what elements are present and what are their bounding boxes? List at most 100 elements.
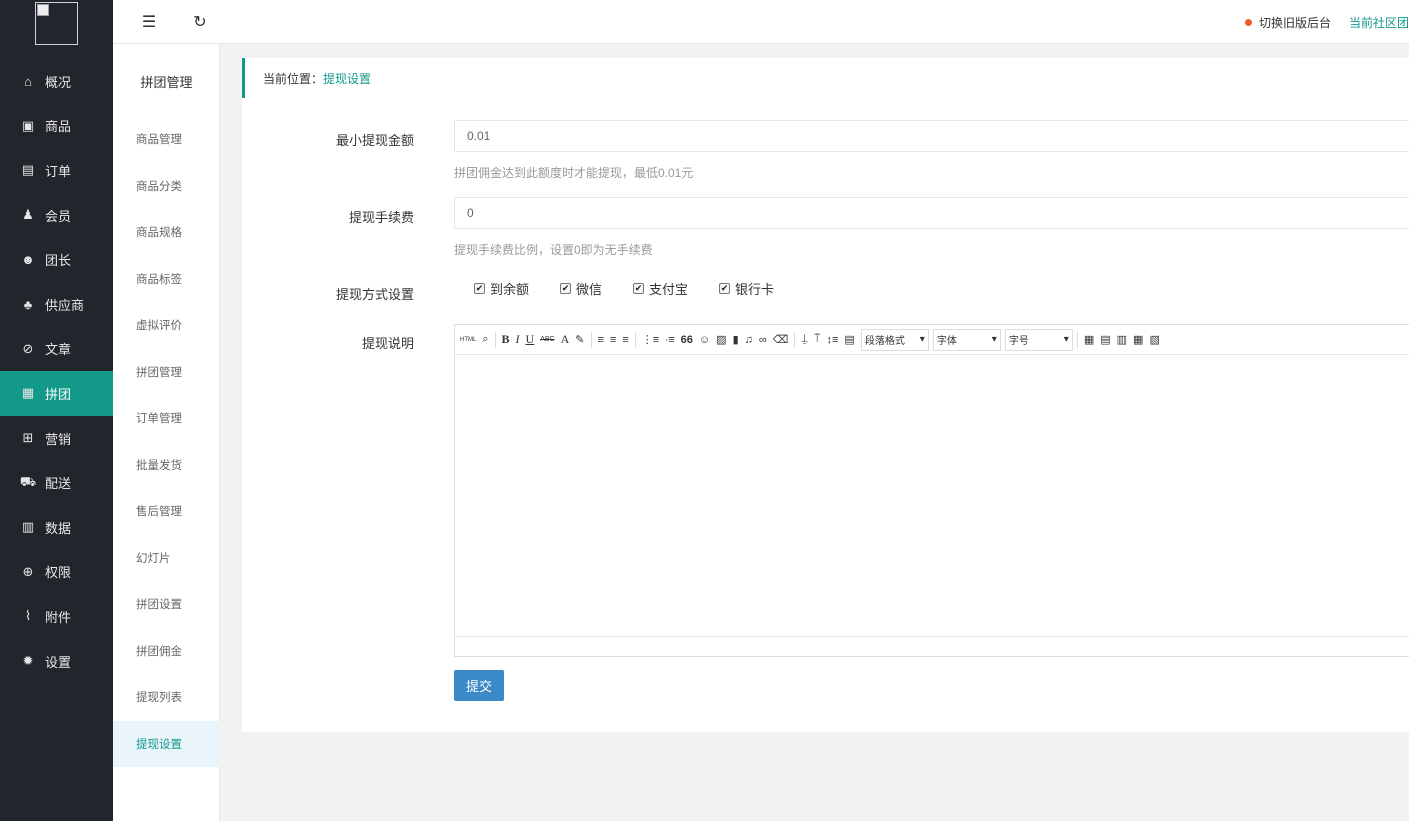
italic-button[interactable]: I	[516, 332, 520, 347]
bold-button[interactable]: B	[502, 332, 510, 347]
submenu-item-withdraw-list[interactable]: 提现列表	[113, 674, 220, 721]
image-icon[interactable]: ▨	[716, 333, 726, 346]
submenu-item-product-spec[interactable]: 商品规格	[113, 209, 220, 256]
toolbar-divider	[494, 331, 496, 348]
gear-icon: ✹	[22, 653, 34, 669]
fee-hint: 提现手续费比例，设置0即为无手续费	[454, 243, 653, 257]
nav-item-attachment[interactable]: ⌇ 附件	[0, 594, 113, 639]
submenu-item-product-category[interactable]: 商品分类	[113, 163, 220, 210]
nav-item-delivery[interactable]: ⛟ 配送	[0, 460, 113, 505]
current-community-link[interactable]: 当前社区团	[1349, 14, 1409, 31]
html-source-button[interactable]: HTML	[460, 337, 476, 343]
ordered-list-icon[interactable]: ⋮≡	[642, 333, 659, 346]
nav-item-settings[interactable]: ✹ 设置	[0, 639, 113, 684]
submenu-item-virtual-review[interactable]: 虚拟评价	[113, 302, 220, 349]
font-color-button[interactable]: A	[561, 332, 570, 347]
refresh-icon[interactable]: ↻	[190, 12, 210, 32]
blockquote-button[interactable]: 66	[681, 334, 693, 346]
underline-button[interactable]: U	[526, 332, 535, 347]
rich-text-editor: HTML ⌕ B I U ABC A ✎ ≡ ≡ ≡ ⋮≡ ∙≡ 66 ☺ ▨ …	[454, 324, 1409, 657]
nav-label: 文章	[45, 342, 72, 358]
video-icon[interactable]: ▮	[733, 333, 739, 346]
editor-toolbar: HTML ⌕ B I U ABC A ✎ ≡ ≡ ≡ ⋮≡ ∙≡ 66 ☺ ▨ …	[455, 325, 1409, 355]
nav-item-leader[interactable]: ☻ 团长	[0, 237, 113, 282]
submenu-item-slides[interactable]: 幻灯片	[113, 535, 220, 582]
insert-row-icon[interactable]: ▦	[1133, 333, 1143, 346]
checkbox-label: 微信	[576, 282, 603, 297]
font-family-select[interactable]: 字体 ▾	[932, 328, 1001, 351]
caret-down-icon: ▾	[1063, 334, 1069, 345]
method-wechat-checkbox[interactable]: ✔ 微信	[560, 279, 602, 298]
format-icon[interactable]: ▤	[844, 333, 854, 346]
highlight-icon[interactable]: ✎	[575, 333, 584, 346]
submenu-item-commission[interactable]: 拼团佣金	[113, 628, 220, 675]
menu-toggle-icon[interactable]: ☰	[139, 12, 159, 32]
nav-label: 团长	[45, 253, 72, 269]
paragraph-format-select[interactable]: 段落格式 ▾	[860, 328, 929, 351]
submenu-item-withdraw-settings[interactable]: 提现设置	[113, 720, 220, 767]
nav-item-permission[interactable]: ⊕ 权限	[0, 550, 113, 595]
nav-item-data[interactable]: ▥ 数据	[0, 505, 113, 550]
method-alipay-checkbox[interactable]: ✔ 支付宝	[633, 279, 688, 298]
logo[interactable]	[35, 2, 78, 45]
line-height-icon[interactable]: ↕≡	[827, 334, 839, 346]
nav-label: 权限	[45, 565, 72, 581]
nav-item-groupbuy[interactable]: ▦ 拼团	[0, 371, 113, 416]
nav-label: 概况	[45, 74, 72, 90]
nav-item-overview[interactable]: ⌂ 概况	[0, 59, 113, 104]
preview-icon[interactable]: ⌕	[482, 333, 488, 346]
align-center-icon[interactable]: ≡	[610, 334, 616, 346]
submenu-item-after-sales[interactable]: 售后管理	[113, 488, 220, 535]
font-size-select[interactable]: 字号 ▾	[1004, 328, 1073, 351]
checkbox-label: 支付宝	[649, 282, 689, 297]
font-size-value: 字号	[1008, 336, 1029, 347]
breadcrumb-label: 当前位置：	[263, 71, 324, 86]
insert-col-icon[interactable]: ▧	[1149, 333, 1159, 346]
main-nav: ⌂ 概况 ▣ 商品 ▤ 订单 ♟ 会员 ☻ 团长 ♣ 供应商 ⊘ 文章 ▦ 拼团 ⊞ 营销 ⛟ 配送…	[0, 59, 113, 683]
method-bankcard-checkbox[interactable]: ✔ 银行卡	[719, 279, 774, 298]
gift-icon: ⊞	[22, 430, 34, 446]
eraser-icon[interactable]: ⌫	[773, 333, 789, 346]
switch-old-admin-link[interactable]: 切换旧版后台	[1259, 14, 1331, 31]
table-icon[interactable]: ▦	[1084, 333, 1094, 346]
home-icon: ⌂	[24, 73, 32, 89]
nav-item-article[interactable]: ⊘ 文章	[0, 327, 113, 372]
nav-item-member[interactable]: ♟ 会员	[0, 193, 113, 238]
submenu-item-groupbuy-settings[interactable]: 拼团设置	[113, 581, 220, 628]
emoji-icon[interactable]: ☺	[699, 334, 710, 346]
toolbar-divider	[590, 331, 592, 348]
editor-content-area[interactable]	[455, 355, 1409, 636]
nav-item-order[interactable]: ▤ 订单	[0, 148, 113, 193]
submenu-item-order-manage[interactable]: 订单管理	[113, 395, 220, 442]
align-right-icon[interactable]: ≡	[622, 334, 628, 346]
nav-label: 设置	[45, 654, 72, 670]
row-spacing-bottom-icon[interactable]: ⍑	[814, 333, 821, 346]
submit-button[interactable]: 提交	[454, 670, 504, 701]
submenu-item-product-tag[interactable]: 商品标签	[113, 256, 220, 303]
breadcrumb-current[interactable]: 提现设置	[323, 70, 371, 87]
row-spacing-top-icon[interactable]: ⍊	[801, 333, 808, 346]
unordered-list-icon[interactable]: ∙≡	[665, 334, 674, 346]
nav-item-product[interactable]: ▣ 商品	[0, 104, 113, 149]
nav-item-marketing[interactable]: ⊞ 营销	[0, 416, 113, 461]
main-content: 当前位置： 提现设置 最小提现金额 0.01 拼团佣金达到此额度时才能提现，最低…	[221, 45, 1409, 821]
submenu-item-product-manage[interactable]: 商品管理	[113, 116, 220, 163]
method-balance-checkbox[interactable]: ✔ 到余额	[474, 279, 529, 298]
insert-title-row-icon[interactable]: ▥	[1117, 333, 1127, 346]
fee-input[interactable]: 0	[454, 197, 1409, 229]
submenu-item-batch-ship[interactable]: 批量发货	[113, 442, 220, 489]
link-icon[interactable]: ∞	[759, 334, 767, 346]
align-left-icon[interactable]: ≡	[598, 334, 604, 346]
submenu-item-groupbuy-manage[interactable]: 拼团管理	[113, 349, 220, 396]
min-amount-input[interactable]: 0.01	[454, 120, 1409, 152]
music-icon[interactable]: ♫	[745, 334, 753, 346]
top-bar: ☰ ↻ 切换旧版后台 当前社区团	[113, 0, 1409, 44]
submenu-title: 拼团管理	[140, 74, 193, 90]
nav-label: 供应商	[45, 297, 85, 313]
table-props-icon[interactable]: ▤	[1100, 333, 1110, 346]
strikethrough-button[interactable]: ABC	[540, 336, 554, 343]
caret-down-icon: ▾	[919, 334, 925, 345]
nav-item-supplier[interactable]: ♣ 供应商	[0, 282, 113, 327]
editor-statusbar	[455, 636, 1409, 656]
nav-label: 会员	[45, 208, 72, 224]
